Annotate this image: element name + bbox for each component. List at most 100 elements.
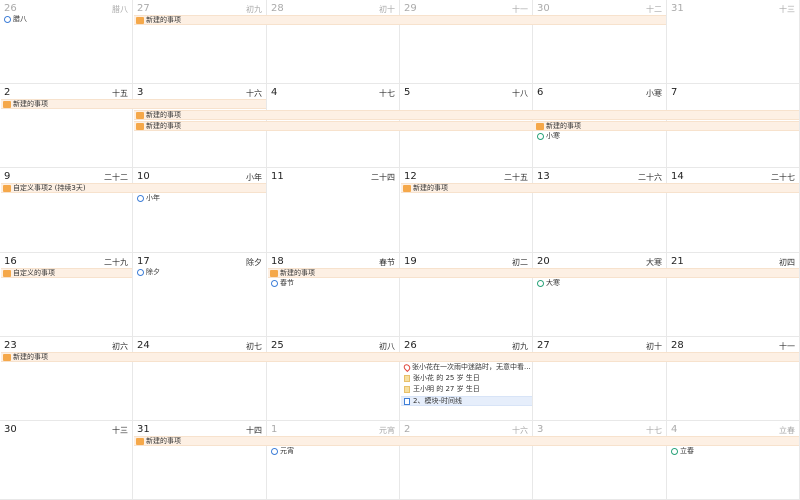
lunar-date: 元宵 (379, 426, 395, 435)
day-cell[interactable]: 9 二十二 (0, 168, 133, 253)
calendar-event-icon (270, 270, 278, 277)
day-cell[interactable]: 18 春节 (267, 253, 400, 337)
day-number: 18 (271, 256, 284, 267)
day-cell[interactable]: 12 二十五 (400, 168, 533, 253)
day-cell[interactable]: 3 十七 (533, 421, 667, 500)
event-title: 元宵 (280, 447, 294, 455)
calendar-event-icon (403, 185, 411, 192)
day-cell[interactable]: 21 初四 (667, 253, 800, 337)
lunar-date: 十六 (512, 426, 528, 435)
lunar-date: 十七 (379, 89, 395, 98)
event-title: 春节 (280, 279, 294, 287)
day-cell[interactable]: 19 初二 (400, 253, 533, 337)
day-number: 13 (537, 171, 550, 182)
day-cell[interactable]: 26 腊八 (0, 0, 133, 84)
event-title: 新建的事项 (146, 16, 181, 24)
day-cell[interactable]: 2 十六 (400, 421, 533, 500)
day-cell[interactable]: 11 二十四 (267, 168, 400, 253)
event-item[interactable]: 新建的事项 (134, 121, 799, 131)
lunar-date: 腊八 (112, 5, 128, 14)
event-title: 大寒 (546, 279, 560, 287)
lunar-date: 二十七 (771, 173, 795, 182)
event-title: 张小花 的 25 岁 生日 (413, 374, 480, 382)
event-item[interactable]: 2、模块-时间线 (401, 396, 532, 406)
event-item[interactable]: 除夕 (134, 268, 266, 278)
event-item[interactable]: 新建的事项 (268, 268, 799, 278)
day-number: 31 (671, 3, 684, 14)
event-item[interactable]: 元宵 (268, 447, 399, 457)
event-title: 张小花在一次雨中迷路时，无意中看... (412, 363, 531, 371)
event-item[interactable]: 小寒 (534, 132, 666, 142)
day-cell[interactable]: 24 初七 (133, 337, 267, 421)
lunar-date: 二十五 (504, 173, 528, 182)
event-item[interactable]: 张小花 的 25 岁 生日 (401, 374, 532, 384)
lunar-date: 除夕 (246, 258, 262, 267)
event-title: 王小明 的 27 岁 生日 (413, 385, 480, 393)
day-cell[interactable]: 28 初十 (267, 0, 400, 84)
event-item[interactable]: 大寒 (534, 279, 666, 289)
event-item[interactable]: 自定义的事项 (1, 268, 132, 278)
day-number: 9 (4, 171, 11, 182)
calendar-event-icon (3, 101, 11, 108)
day-number: 6 (537, 87, 544, 98)
day-cell[interactable]: 13 二十六 (533, 168, 667, 253)
day-cell[interactable]: 10 小年 (133, 168, 267, 253)
day-number: 7 (671, 87, 678, 98)
day-number: 2 (404, 424, 411, 435)
event-item[interactable]: 新建的事项 (1, 352, 799, 362)
event-item[interactable]: 新建的事项 (134, 110, 799, 120)
day-number: 4 (671, 424, 678, 435)
event-item[interactable]: 张小花在一次雨中迷路时，无意中看... (401, 363, 532, 373)
event-title: 新建的事项 (146, 111, 181, 119)
day-cell[interactable]: 16 二十九 (0, 253, 133, 337)
check-circle-icon (137, 269, 144, 276)
event-title: 自定义事项2 (持续3天) (13, 184, 86, 192)
day-cell[interactable]: 30 十二 (533, 0, 667, 84)
day-cell[interactable]: 1 元宵 (267, 421, 400, 500)
event-item[interactable]: 自定义事项2 (持续3天) (1, 183, 266, 193)
day-cell[interactable]: 28 十一 (667, 337, 800, 421)
event-item[interactable]: 春节 (268, 279, 399, 289)
day-number: 25 (271, 340, 284, 351)
day-cell[interactable]: 4 立春 (667, 421, 800, 500)
check-circle-icon (271, 280, 278, 287)
event-item[interactable]: 新建的事项 (534, 121, 666, 131)
event-item[interactable]: 新建的事项 (134, 436, 799, 446)
lunar-date: 小年 (246, 173, 262, 182)
event-item[interactable]: 新建的事项 (1, 99, 266, 109)
day-cell[interactable]: 31 十四 (133, 421, 267, 500)
event-item[interactable]: 新建的事项 (401, 183, 799, 193)
day-cell[interactable]: 25 初八 (267, 337, 400, 421)
day-number: 14 (671, 171, 684, 182)
event-item[interactable]: 立春 (668, 447, 799, 457)
calendar-event-icon (136, 112, 144, 119)
day-cell[interactable]: 20 大寒 (533, 253, 667, 337)
day-number: 17 (137, 256, 150, 267)
event-item[interactable]: 王小明 的 27 岁 生日 (401, 385, 532, 395)
solar-term-icon (537, 133, 544, 140)
event-item[interactable]: 小年 (134, 194, 266, 204)
check-circle-icon (4, 16, 11, 23)
lunar-date: 二十九 (104, 258, 128, 267)
day-cell[interactable]: 14 二十七 (667, 168, 800, 253)
event-title: 2、模块-时间线 (413, 397, 462, 405)
day-cell[interactable]: 17 除夕 (133, 253, 267, 337)
day-number: 26 (404, 340, 417, 351)
day-cell[interactable]: 2 十五 (0, 84, 133, 168)
day-cell[interactable]: 29 十一 (400, 0, 533, 84)
day-number: 23 (4, 340, 17, 351)
calendar-event-icon (3, 185, 11, 192)
day-cell[interactable]: 23 初六 (0, 337, 133, 421)
event-title: 新建的事项 (546, 122, 581, 130)
day-cell[interactable]: 27 初九 (133, 0, 267, 84)
event-item[interactable]: 腊八 (1, 15, 132, 25)
day-cell[interactable]: 27 初十 (533, 337, 667, 421)
day-number: 24 (137, 340, 150, 351)
lunar-date: 十二 (646, 5, 662, 14)
lunar-date: 十六 (246, 89, 262, 98)
event-item[interactable]: 新建的事项 (134, 15, 666, 25)
lunar-date: 初七 (246, 342, 262, 351)
day-number: 20 (537, 256, 550, 267)
day-cell[interactable]: 30 十三 (0, 421, 133, 500)
day-cell[interactable]: 31 十三 (667, 0, 800, 84)
